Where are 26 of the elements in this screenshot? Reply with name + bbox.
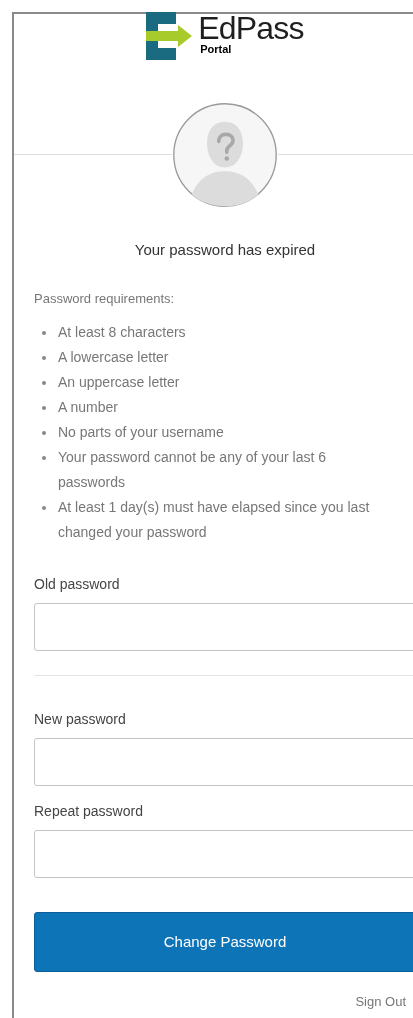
field-label: Old password — [34, 575, 121, 593]
logo-subtitle: Portal — [200, 44, 233, 55]
requirement-text: Your password cannot be any of your last 6 passwords — [58, 448, 327, 492]
requirement-text: A lowercase letter — [58, 348, 170, 367]
requirement-text: No parts of your username — [58, 423, 225, 442]
bullet-icon — [42, 356, 46, 360]
requirement-text: At least 1 day(s) must have elapsed since you last changed your password — [58, 498, 371, 542]
bullet-icon — [42, 381, 46, 385]
password-field[interactable] — [34, 830, 413, 878]
bullet-icon — [42, 331, 46, 335]
requirement-text: An uppercase letter — [58, 373, 181, 392]
sign-out-link[interactable]: Sign Out — [355, 994, 406, 1010]
bullet-icon — [42, 456, 46, 460]
field-label: New password — [34, 710, 127, 728]
bullet-icon — [42, 506, 46, 510]
field-label: Repeat password — [34, 802, 144, 820]
requirement-text: At least 8 characters — [58, 323, 187, 342]
bullet-icon — [42, 406, 46, 410]
logo-text: EdPass — [198, 12, 304, 44]
bullet-icon — [42, 431, 46, 435]
requirement-text: A number — [58, 398, 119, 417]
requirements-heading: Password requirements: — [34, 290, 176, 308]
password-field[interactable] — [34, 603, 413, 651]
change-password-button[interactable]: Change Password — [34, 912, 413, 972]
password-field[interactable] — [34, 738, 413, 786]
page-title: Your password has expired — [133, 240, 317, 260]
